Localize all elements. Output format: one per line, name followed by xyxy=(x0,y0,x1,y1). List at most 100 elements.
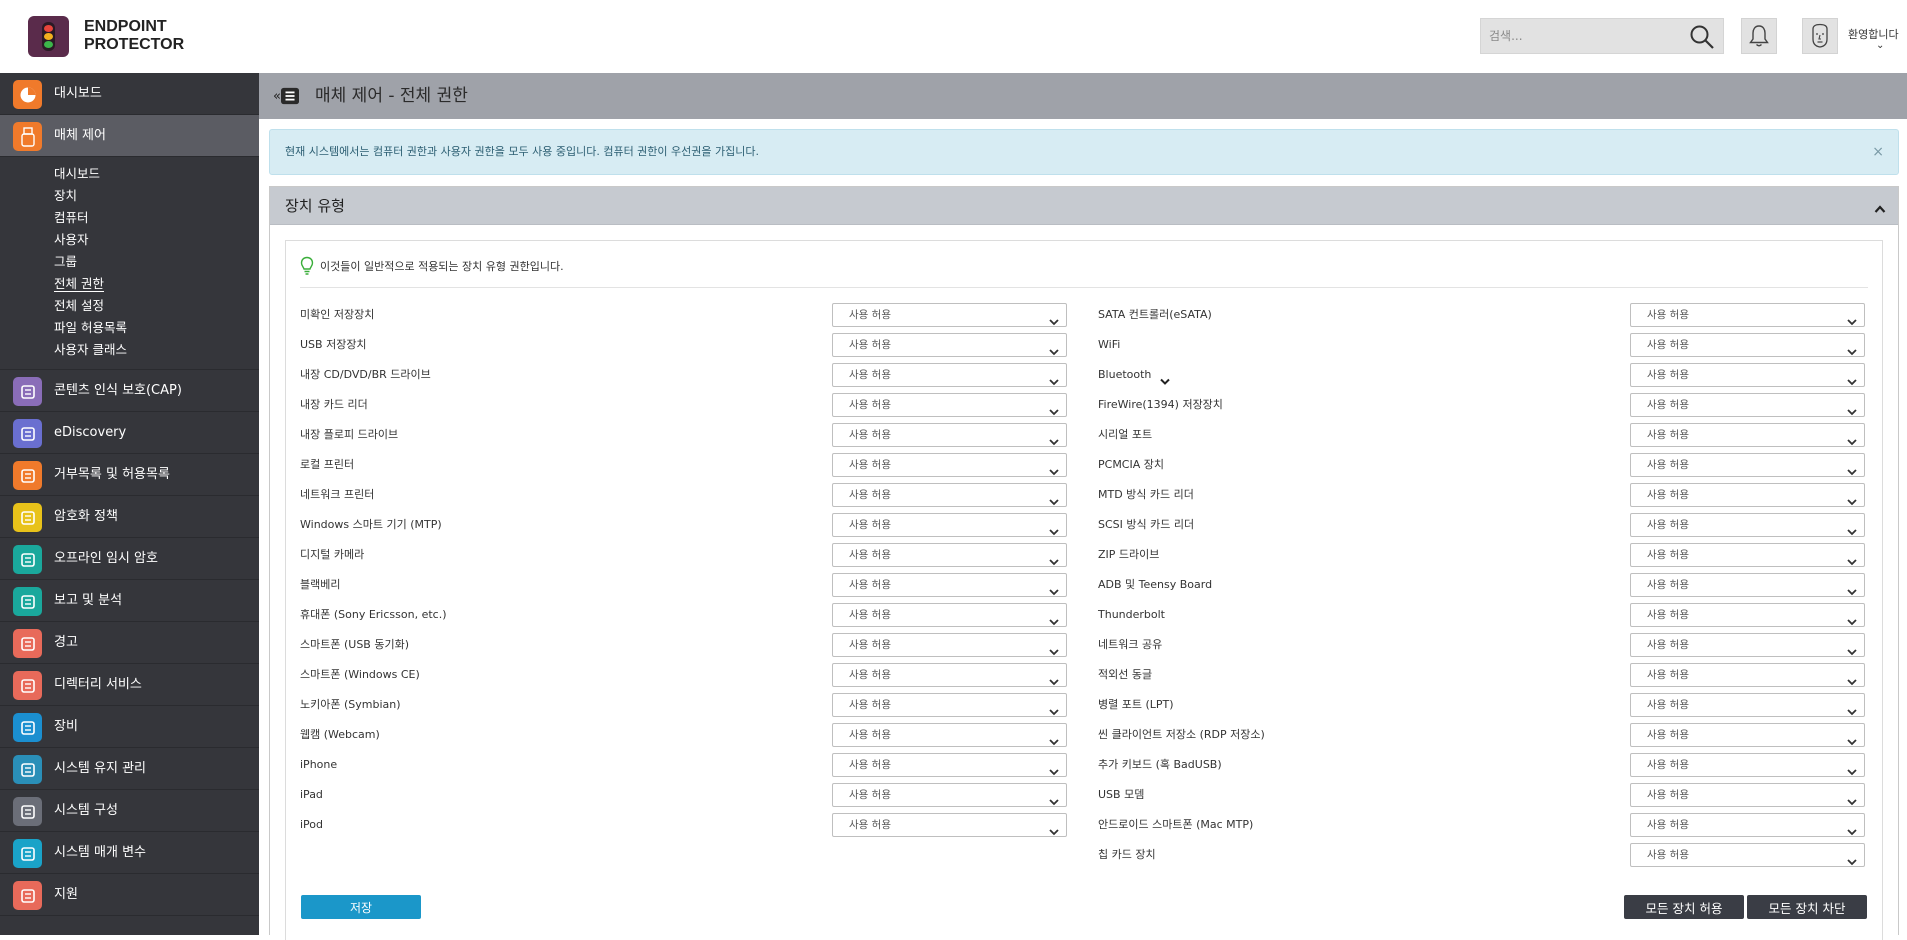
sidebar-item-offline-password[interactable]: 오프라인 임시 암호 xyxy=(0,538,259,580)
device-type-label: WiFi xyxy=(1098,338,1121,351)
submenu-item-file-allowlist[interactable]: 파일 허용목록 xyxy=(0,317,259,339)
submenu-item-global-rights[interactable]: 전체 권한 xyxy=(0,273,259,295)
panel-header[interactable]: 장치 유형 xyxy=(270,187,1898,225)
notifications-bell-icon[interactable] xyxy=(1741,18,1777,54)
device-permission-row: 블랙베리 사용 허용 xyxy=(300,573,1067,597)
permission-select[interactable]: 사용 허용 xyxy=(832,543,1067,567)
sidebar-item-appliance[interactable]: 장비 xyxy=(0,706,259,748)
permission-select[interactable]: 사용 허용 xyxy=(832,663,1067,687)
permission-select[interactable]: 사용 허용 xyxy=(1630,333,1865,357)
save-button[interactable]: 저장 xyxy=(301,895,421,919)
sidebar-item-system-maintenance[interactable]: 시스템 유지 관리 xyxy=(0,748,259,790)
search-icon[interactable] xyxy=(1689,24,1715,54)
permission-select[interactable]: 사용 허용 xyxy=(1630,363,1865,387)
sidebar: 대시보드 매체 제어 대시보드 장치 컴퓨터 사용자 그룹 전체 권한 전체 설… xyxy=(0,73,259,935)
directory-icon xyxy=(13,671,42,700)
sidebar-item-dashboard[interactable]: 대시보드 xyxy=(0,73,259,115)
permission-select[interactable]: 사용 허용 xyxy=(1630,783,1865,807)
sidebar-item-support[interactable]: 지원 xyxy=(0,874,259,916)
permission-select[interactable]: 사용 허용 xyxy=(1630,633,1865,657)
sidebar-item-system-configuration[interactable]: 시스템 구성 xyxy=(0,790,259,832)
permission-select[interactable]: 사용 허용 xyxy=(1630,813,1865,837)
chevron-down-icon[interactable] xyxy=(1160,371,1170,390)
permission-select[interactable]: 사용 허용 xyxy=(1630,483,1865,507)
device-type-label: 안드로이드 스마트폰 (Mac MTP) xyxy=(1098,818,1254,831)
allow-all-devices-button[interactable]: 모든 장치 허용 xyxy=(1624,895,1744,919)
device-permission-row: iPhone 사용 허용 xyxy=(300,753,1067,777)
device-type-label: ADB 및 Teensy Board xyxy=(1098,578,1213,591)
chevron-down-icon xyxy=(1049,431,1059,450)
chevron-up-icon[interactable] xyxy=(1874,199,1886,218)
chevron-down-icon xyxy=(1847,851,1857,870)
permission-select[interactable]: 사용 허용 xyxy=(1630,543,1865,567)
permission-select[interactable]: 사용 허용 xyxy=(1630,513,1865,537)
permission-select[interactable]: 사용 허용 xyxy=(1630,663,1865,687)
permission-select[interactable]: 사용 허용 xyxy=(1630,573,1865,597)
permission-select[interactable]: 사용 허용 xyxy=(832,513,1067,537)
sidebar-item-label: eDiscovery xyxy=(54,425,127,440)
permission-select[interactable]: 사용 허용 xyxy=(832,363,1067,387)
lightbulb-icon xyxy=(300,256,314,275)
sidebar-item-directory-services[interactable]: 디렉터리 서비스 xyxy=(0,664,259,706)
permission-select[interactable]: 사용 허용 xyxy=(832,723,1067,747)
device-permission-row: 추가 키보드 (혹 BadUSB) 사용 허용 xyxy=(1098,753,1865,777)
permission-select[interactable]: 사용 허용 xyxy=(832,693,1067,717)
device-type-label: PCMCIA 장치 xyxy=(1098,458,1164,471)
permission-select[interactable]: 사용 허용 xyxy=(1630,453,1865,477)
permission-select[interactable]: 사용 허용 xyxy=(832,483,1067,507)
submenu-item-computers[interactable]: 컴퓨터 xyxy=(0,207,259,229)
chevron-down-icon[interactable]: ⌄ xyxy=(1876,40,1884,51)
sidebar-item-reports[interactable]: 보고 및 분석 xyxy=(0,580,259,622)
permission-select[interactable]: 사용 허용 xyxy=(1630,693,1865,717)
endpoint-protector-logo[interactable] xyxy=(28,16,69,57)
sidebar-item-denylist-allowlist[interactable]: 거부목록 및 허용목록 xyxy=(0,454,259,496)
permission-select[interactable]: 사용 허용 xyxy=(832,603,1067,627)
sidebar-item-label: 경고 xyxy=(54,635,78,650)
device-permission-row: 내장 카드 리더 사용 허용 xyxy=(300,393,1067,417)
permission-select[interactable]: 사용 허용 xyxy=(832,453,1067,477)
permission-select[interactable]: 사용 허용 xyxy=(832,783,1067,807)
hint-row: 이것들이 일반적으로 적용되는 장치 유형 권한입니다. xyxy=(300,255,564,277)
search-input[interactable] xyxy=(1489,19,1679,53)
menu-icon xyxy=(280,87,299,105)
block-all-devices-button[interactable]: 모든 장치 차단 xyxy=(1747,895,1867,919)
permission-select[interactable]: 사용 허용 xyxy=(1630,723,1865,747)
permission-select[interactable]: 사용 허용 xyxy=(832,393,1067,417)
device-type-label: 네트워크 공유 xyxy=(1098,638,1163,651)
sidebar-item-ediscovery[interactable]: eDiscovery xyxy=(0,412,259,454)
submenu-item-global-settings[interactable]: 전체 설정 xyxy=(0,295,259,317)
permission-select[interactable]: 사용 허용 xyxy=(1630,603,1865,627)
chevron-down-icon xyxy=(1847,671,1857,690)
submenu-item-dashboard[interactable]: 대시보드 xyxy=(0,163,259,185)
submenu-item-groups[interactable]: 그룹 xyxy=(0,251,259,273)
permission-select[interactable]: 사용 허용 xyxy=(832,573,1067,597)
welcome-text[interactable]: 환영합니다 xyxy=(1848,26,1899,42)
device-type-label: 추가 키보드 (혹 BadUSB) xyxy=(1098,758,1222,771)
collapse-sidebar-button[interactable]: « xyxy=(273,85,299,107)
permission-select[interactable]: 사용 허용 xyxy=(832,813,1067,837)
permission-select[interactable]: 사용 허용 xyxy=(832,753,1067,777)
sidebar-item-system-parameters[interactable]: 시스템 매개 변수 xyxy=(0,832,259,874)
chevron-down-icon xyxy=(1049,491,1059,510)
sidebar-item-cap[interactable]: 콘텐츠 인식 보호(CAP) xyxy=(0,370,259,412)
submenu-item-custom-classes[interactable]: 사용자 클래스 xyxy=(0,339,259,361)
permission-select[interactable]: 사용 허용 xyxy=(1630,423,1865,447)
permission-select[interactable]: 사용 허용 xyxy=(832,423,1067,447)
permission-select[interactable]: 사용 허용 xyxy=(1630,303,1865,327)
sidebar-item-label: 디렉터리 서비스 xyxy=(54,677,142,692)
user-avatar-icon[interactable] xyxy=(1802,18,1838,54)
submenu-item-users[interactable]: 사용자 xyxy=(0,229,259,251)
permission-select[interactable]: 사용 허용 xyxy=(1630,753,1865,777)
permission-select[interactable]: 사용 허용 xyxy=(1630,393,1865,417)
close-icon[interactable]: × xyxy=(1872,130,1884,174)
page-title-bar: « 매체 제어 - 전체 권한 xyxy=(259,73,1907,119)
sidebar-item-encryption[interactable]: 암호화 정책 xyxy=(0,496,259,538)
sidebar-item-device-control[interactable]: 매체 제어 xyxy=(0,115,259,157)
permission-select[interactable]: 사용 허용 xyxy=(1630,843,1865,867)
sidebar-item-alerts[interactable]: 경고 xyxy=(0,622,259,664)
double-chevron-left-icon: « xyxy=(273,88,281,104)
permission-select[interactable]: 사용 허용 xyxy=(832,303,1067,327)
permission-select[interactable]: 사용 허용 xyxy=(832,333,1067,357)
permission-select[interactable]: 사용 허용 xyxy=(832,633,1067,657)
submenu-item-devices[interactable]: 장치 xyxy=(0,185,259,207)
